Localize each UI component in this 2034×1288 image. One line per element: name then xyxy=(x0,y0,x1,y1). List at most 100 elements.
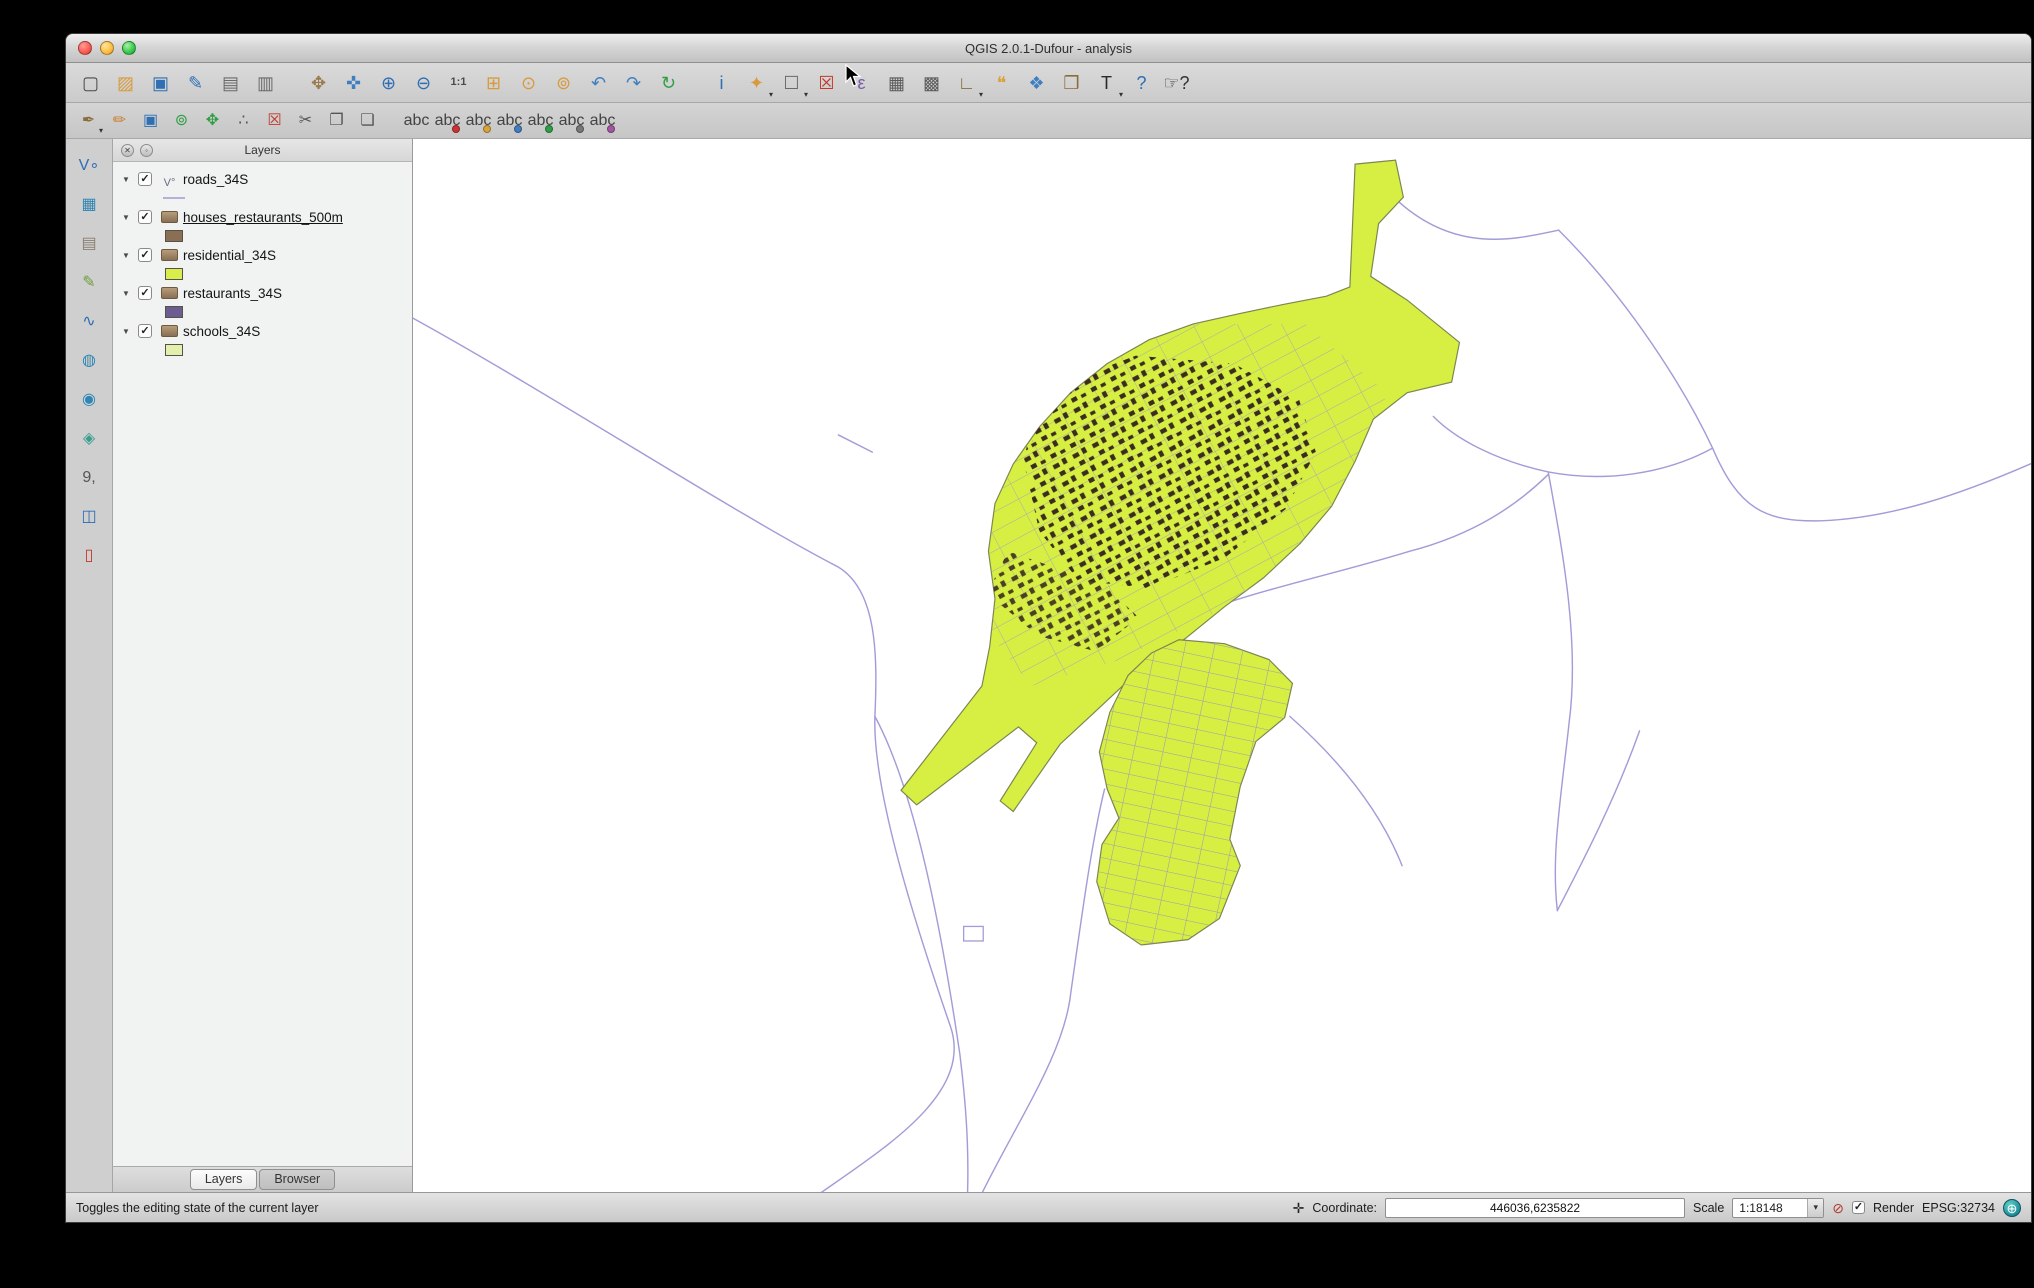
pan-to-selection-button[interactable]: ✜ ▾ xyxy=(337,66,370,99)
panel-float-button[interactable]: ◦ xyxy=(140,144,153,157)
layer-label[interactable]: houses_restaurants_500m xyxy=(183,210,343,225)
help-contents-button[interactable]: ? ▾ xyxy=(1125,66,1158,99)
node-tool-button[interactable]: ∴ ▾ xyxy=(229,106,258,135)
open-project-button[interactable]: ▨ ▾ xyxy=(109,66,142,99)
move-feature-button[interactable]: ✥ ▾ xyxy=(198,106,227,135)
rotate-label-button[interactable]: abc ▾ xyxy=(526,106,555,135)
layer-visibility-checkbox[interactable]: ✓ xyxy=(138,286,152,300)
composer-manager-button[interactable]: ▥ ▾ xyxy=(249,66,282,99)
minimize-button[interactable] xyxy=(100,41,114,55)
layer-visibility-checkbox[interactable]: ✓ xyxy=(138,248,152,262)
map-canvas[interactable] xyxy=(413,139,2031,1192)
layer-item[interactable]: ▼ ✓ restaurants_34S xyxy=(113,282,412,320)
titlebar[interactable]: QGIS 2.0.1-Dufour - analysis xyxy=(66,34,2031,63)
toolbar-icon: ✒ xyxy=(82,113,95,129)
save-layer-edits-button[interactable]: ▣ ▾ xyxy=(136,106,165,135)
zoom-next-button[interactable]: ↷ ▾ xyxy=(617,66,650,99)
layer-item[interactable]: ▼ ✓ roads_34S xyxy=(113,168,412,206)
layer-visibility-checkbox[interactable]: ✓ xyxy=(138,210,152,224)
layer-label[interactable]: schools_34S xyxy=(183,324,260,339)
layer-label[interactable]: restaurants_34S xyxy=(183,286,282,301)
identify-features-button[interactable]: i ▾ xyxy=(705,66,738,99)
current-edits-button[interactable]: ✒ ▾ xyxy=(74,106,103,135)
add-wms-layer-button[interactable]: ◍ xyxy=(74,346,104,376)
save-project-button[interactable]: ▣ ▾ xyxy=(144,66,177,99)
add-wcs-layer-button[interactable]: ◉ xyxy=(74,385,104,415)
measure-line-button[interactable]: ∟ ▾ xyxy=(950,66,983,99)
text-annotation-button[interactable]: T ▾ xyxy=(1090,66,1123,99)
labeling-options-button[interactable]: abc ▾ xyxy=(402,106,431,135)
add-wfs-layer-button[interactable]: ◈ xyxy=(74,424,104,454)
zoom-in-button[interactable]: ⊕ ▾ xyxy=(372,66,405,99)
crs-status-icon[interactable]: ⊕ xyxy=(2003,1199,2021,1217)
move-label-button[interactable]: abc ▾ xyxy=(495,106,524,135)
layer-visibility-checkbox[interactable]: ✓ xyxy=(138,324,152,338)
toolbar-icon: ✦ xyxy=(749,74,764,92)
remove-layer-button[interactable]: ▯ xyxy=(74,541,104,571)
expand-arrow-icon[interactable]: ▼ xyxy=(119,251,133,260)
highlight-pinned-labels-button[interactable]: abc ▾ xyxy=(464,106,493,135)
scale-dropdown-arrow-icon[interactable]: ▾ xyxy=(1807,1199,1823,1217)
new-print-composer-button[interactable]: ▤ ▾ xyxy=(214,66,247,99)
new-shapefile-layer-button[interactable]: ✎ xyxy=(74,268,104,298)
layer-type-icon xyxy=(161,325,178,337)
render-checkbox[interactable]: ✓ xyxy=(1852,1201,1865,1214)
coordinate-input[interactable] xyxy=(1385,1198,1685,1218)
zoom-window-button[interactable] xyxy=(122,41,136,55)
paste-features-button[interactable]: ❏ ▾ xyxy=(353,106,382,135)
map-tips-button[interactable]: ❝ ▾ xyxy=(985,66,1018,99)
save-project-as-button[interactable]: ✎ ▾ xyxy=(179,66,212,99)
layer-item[interactable]: ▼ ✓ residential_34S xyxy=(113,244,412,282)
add-database-layer-button[interactable]: ▤ xyxy=(74,229,104,259)
manage-layers-toolbar: V∘ ▦ ▤ ✎ ∿ ◍ ◉ ◈ xyxy=(66,139,113,1192)
pan-map-button[interactable]: ✥ ▾ xyxy=(302,66,335,99)
layer-statistics-button[interactable]: ▩ ▾ xyxy=(915,66,948,99)
zoom-full-button[interactable]: ⊞ ▾ xyxy=(477,66,510,99)
copy-features-button[interactable]: ❐ ▾ xyxy=(322,106,351,135)
expand-arrow-icon[interactable]: ▼ xyxy=(119,213,133,222)
expand-arrow-icon[interactable]: ▼ xyxy=(119,289,133,298)
layer-visibility-checkbox[interactable]: ✓ xyxy=(138,172,152,186)
close-button[interactable] xyxy=(78,41,92,55)
add-feature-button[interactable]: ⊚ ▾ xyxy=(167,106,196,135)
zoom-to-selection-button[interactable]: ⊙ ▾ xyxy=(512,66,545,99)
panel-close-button[interactable]: ✕ xyxy=(121,144,134,157)
pin-labels-button[interactable]: abc ▾ xyxy=(433,106,462,135)
tab-browser[interactable]: Browser xyxy=(259,1169,335,1190)
expand-arrow-icon[interactable]: ▼ xyxy=(119,175,133,184)
add-delimited-text-layer-button[interactable]: 9, xyxy=(74,463,104,493)
deselect-features-button[interactable]: ☒ ▾ xyxy=(810,66,843,99)
zoom-last-button[interactable]: ↶ ▾ xyxy=(582,66,615,99)
new-project-button[interactable]: ▢ ▾ xyxy=(74,66,107,99)
mouse-position-icon[interactable]: ✛ xyxy=(1293,1201,1305,1215)
toolbar-icon: abc xyxy=(404,113,430,129)
add-raster-layer-button[interactable]: ▦ xyxy=(74,190,104,220)
layer-label[interactable]: roads_34S xyxy=(183,172,248,187)
layer-item[interactable]: ▼ ✓ schools_34S xyxy=(113,320,412,358)
toggle-editing-button[interactable]: ✏ ▾ xyxy=(105,106,134,135)
delete-selected-button[interactable]: ☒ ▾ xyxy=(260,106,289,135)
show-hide-labels-button[interactable]: abc ▾ xyxy=(588,106,617,135)
layer-item[interactable]: ▼ ✓ houses_restaurants_500m xyxy=(113,206,412,244)
toolbar-icon: ◉ xyxy=(82,392,96,408)
zoom-to-layer-button[interactable]: ⊚ ▾ xyxy=(547,66,580,99)
change-label-properties-button[interactable]: abc ▾ xyxy=(557,106,586,135)
whats-this-button[interactable]: ☞? ▾ xyxy=(1160,66,1193,99)
select-features-button[interactable]: ☐ ▾ xyxy=(775,66,808,99)
layer-label[interactable]: residential_34S xyxy=(183,248,276,263)
expand-arrow-icon[interactable]: ▼ xyxy=(119,327,133,336)
cut-features-button[interactable]: ✂ ▾ xyxy=(291,106,320,135)
zoom-out-button[interactable]: ⊖ ▾ xyxy=(407,66,440,99)
add-vector-layer-button[interactable]: V∘ xyxy=(74,151,104,181)
new-bookmark-button[interactable]: ❖ ▾ xyxy=(1020,66,1053,99)
add-oracle-layer-button[interactable]: ◫ xyxy=(74,502,104,532)
zoom-native-button[interactable]: 1:1 ▾ xyxy=(442,66,475,99)
scale-combo[interactable]: 1:18148 ▾ xyxy=(1732,1198,1824,1218)
show-bookmarks-button[interactable]: ❒ ▾ xyxy=(1055,66,1088,99)
tab-layers[interactable]: Layers xyxy=(190,1169,258,1190)
add-spatialite-layer-button[interactable]: ∿ xyxy=(74,307,104,337)
refresh-map-button[interactable]: ↻ ▾ xyxy=(652,66,685,99)
run-feature-action-button[interactable]: ✦ ▾ xyxy=(740,66,773,99)
open-attribute-table-button[interactable]: ▦ ▾ xyxy=(880,66,913,99)
stop-rendering-icon[interactable]: ⊘ xyxy=(1832,1201,1844,1215)
